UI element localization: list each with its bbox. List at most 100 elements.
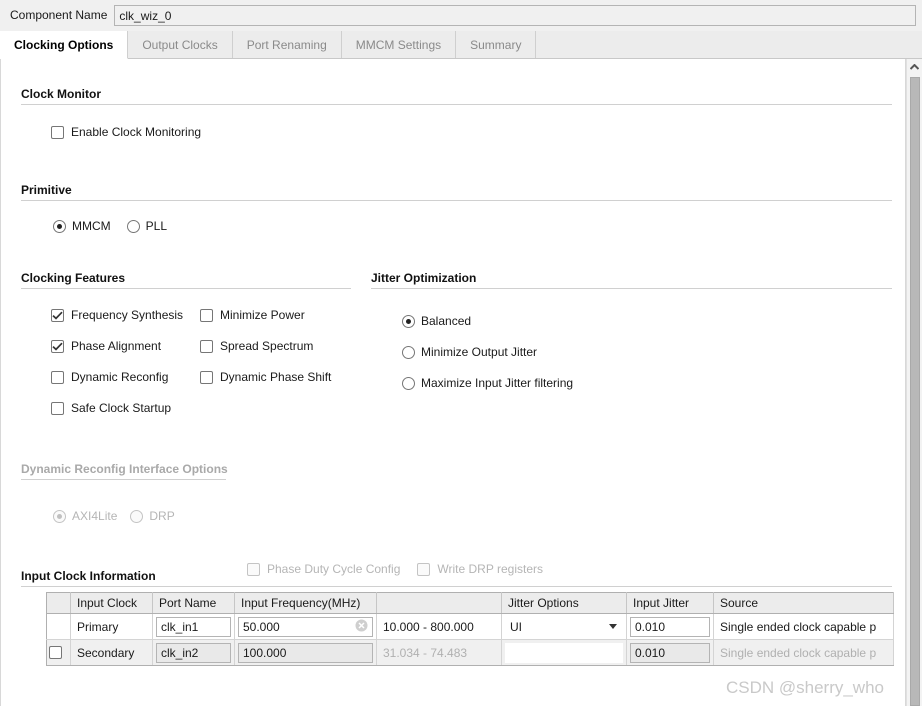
- section-rule: [371, 288, 892, 289]
- tab-clocking-options[interactable]: Clocking Options: [0, 31, 129, 59]
- port-name-input[interactable]: clk_in1: [156, 616, 231, 637]
- section-clock-monitor: Clock Monitor: [21, 87, 892, 105]
- input-jitter-input[interactable]: 0.010: [630, 616, 710, 637]
- col-port-name: Port Name: [152, 592, 235, 614]
- checkbox-safe-clock-startup[interactable]: Safe Clock Startup: [51, 401, 183, 415]
- scroll-up-arrow-icon[interactable]: [906, 59, 922, 74]
- checkbox-label: Safe Clock Startup: [71, 401, 172, 415]
- section-title-clocking-features: Clocking Features: [21, 271, 126, 285]
- checkbox-label: Minimize Power: [220, 308, 305, 322]
- checkbox-box[interactable]: [200, 339, 213, 353]
- checkbox-box[interactable]: [51, 339, 64, 353]
- checkbox-dynamic-phase-shift[interactable]: Dynamic Phase Shift: [200, 370, 331, 384]
- jitter-options-dropdown[interactable]: UI: [505, 616, 623, 637]
- cell-port-name[interactable]: clk_in2: [152, 639, 235, 666]
- radio-maximize-input-jitter-filtering[interactable]: Maximize Input Jitter filtering: [402, 376, 573, 390]
- tab-mmcm-settings[interactable]: MMCM Settings: [341, 31, 457, 58]
- tab-summary[interactable]: Summary: [456, 31, 537, 58]
- section-rule: [21, 479, 226, 480]
- jitter-options-dropdown[interactable]: [505, 642, 623, 663]
- input-frequency-input[interactable]: 100.000: [238, 642, 373, 663]
- input-jitter-input[interactable]: 0.010: [630, 642, 710, 663]
- section-title-dynamic-reconfig: Dynamic Reconfig Interface Options: [21, 462, 228, 476]
- radio-label: Minimize Output Jitter: [421, 345, 538, 359]
- radio-button[interactable]: [402, 314, 415, 328]
- section-title-jitter-optimization: Jitter Optimization: [371, 271, 477, 285]
- section-dynamic-reconfig-interface-options: Dynamic Reconfig Interface Options: [21, 462, 231, 480]
- radio-label-pll: PLL: [145, 219, 168, 233]
- checkbox-spread-spectrum[interactable]: Spread Spectrum: [200, 339, 331, 353]
- section-input-clock-information: Input Clock Information: [21, 569, 892, 587]
- scrollbar-track[interactable]: [906, 74, 922, 706]
- radio-label: Balanced: [421, 314, 472, 328]
- chevron-down-icon[interactable]: [609, 624, 617, 629]
- col-frequency-range: [376, 592, 502, 614]
- port-name-input[interactable]: clk_in2: [156, 642, 231, 663]
- radio-label: Maximize Input Jitter filtering: [421, 376, 574, 390]
- checkbox-box[interactable]: [200, 370, 213, 384]
- radio-balanced[interactable]: Balanced: [402, 314, 573, 328]
- radio-drp: [130, 509, 144, 523]
- cell-input-clock: Secondary: [70, 639, 153, 666]
- cell-text: Single ended clock capable p: [720, 645, 877, 660]
- checkbox-label: Dynamic Reconfig: [71, 370, 169, 384]
- scrollbar-thumb[interactable]: [909, 77, 920, 706]
- cell-input-jitter[interactable]: 0.010: [626, 613, 714, 640]
- watermark: CSDN @sherry_who: [725, 678, 884, 697]
- cell-select[interactable]: [46, 639, 71, 666]
- clocking-features-col-1: Frequency Synthesis Phase Alignment Dyna…: [51, 308, 183, 415]
- checkbox-minimize-power[interactable]: Minimize Power: [200, 308, 331, 322]
- table-row[interactable]: Secondary clk_in2 100.000 31.034 - 74.48…: [46, 639, 894, 666]
- cell-input-frequency[interactable]: 100.000: [234, 639, 377, 666]
- cell-jitter-options[interactable]: UI: [501, 613, 627, 640]
- checkbox-phase-alignment[interactable]: Phase Alignment: [51, 339, 183, 353]
- cell-input-jitter[interactable]: 0.010: [626, 639, 714, 666]
- checkbox-box[interactable]: [51, 370, 64, 384]
- cell-port-name[interactable]: clk_in1: [152, 613, 235, 640]
- cell-input-frequency[interactable]: 50.000: [234, 613, 377, 640]
- checkbox-frequency-synthesis[interactable]: Frequency Synthesis: [51, 308, 183, 322]
- table-row[interactable]: Primary clk_in1 50.000 10.000 - 800.000 …: [46, 613, 894, 640]
- checkbox-label: Spread Spectrum: [220, 339, 314, 353]
- radio-minimize-output-jitter[interactable]: Minimize Output Jitter: [402, 345, 573, 359]
- clear-icon[interactable]: [355, 619, 368, 635]
- section-rule: [21, 104, 892, 105]
- clocking-features-col-2: Minimize Power Spread Spectrum Dynamic P…: [200, 308, 331, 384]
- component-name-input[interactable]: clk_wiz_0: [114, 4, 916, 26]
- radio-button[interactable]: [402, 345, 415, 359]
- cell-jitter-options[interactable]: [501, 639, 627, 666]
- radio-mmcm[interactable]: [53, 219, 66, 233]
- checkbox-dynamic-reconfig[interactable]: Dynamic Reconfig: [51, 370, 183, 384]
- row-select-checkbox[interactable]: [48, 646, 62, 659]
- radio-pll[interactable]: [126, 219, 140, 233]
- input-frequency-input[interactable]: 50.000: [238, 616, 373, 637]
- tab-strip-filler: [536, 31, 922, 58]
- checkbox-box[interactable]: [200, 308, 213, 322]
- tab-label: MMCM Settings: [355, 37, 442, 52]
- cell-text: Single ended clock capable p: [720, 619, 877, 634]
- component-name-label: Component Name: [10, 8, 108, 22]
- radio-label-drp: DRP: [149, 509, 175, 523]
- col-source: Source: [713, 592, 894, 614]
- checkbox-enable-clock-monitoring[interactable]: Enable Clock Monitoring: [51, 125, 201, 139]
- jitter-optimization-radio-group: Balanced Minimize Output Jitter Maximize…: [402, 314, 573, 390]
- section-rule: [21, 288, 351, 289]
- tab-strip: Clocking Options Output Clocks Port Rena…: [0, 31, 922, 59]
- tab-port-renaming[interactable]: Port Renaming: [232, 31, 342, 58]
- primitive-radio-group: MMCM PLL: [53, 219, 167, 233]
- col-input-frequency: Input Frequency(MHz): [234, 592, 377, 614]
- checkbox-box[interactable]: [51, 308, 64, 322]
- radio-button[interactable]: [402, 376, 415, 390]
- vertical-scrollbar[interactable]: [906, 59, 922, 706]
- checkbox-box[interactable]: [51, 401, 64, 415]
- cell-text: Primary: [77, 619, 119, 634]
- checkbox-label: Dynamic Phase Shift: [220, 370, 332, 384]
- section-title-clock-monitor: Clock Monitor: [21, 87, 101, 101]
- section-title-input-clock-information: Input Clock Information: [21, 569, 156, 583]
- table-header-row: Input Clock Port Name Input Frequency(MH…: [46, 592, 894, 614]
- tab-output-clocks[interactable]: Output Clocks: [128, 31, 233, 58]
- cell-source: Single ended clock capable p: [713, 613, 894, 640]
- section-rule: [21, 200, 892, 201]
- radio-label-mmcm: MMCM: [72, 219, 111, 233]
- checkbox-box[interactable]: [51, 125, 64, 139]
